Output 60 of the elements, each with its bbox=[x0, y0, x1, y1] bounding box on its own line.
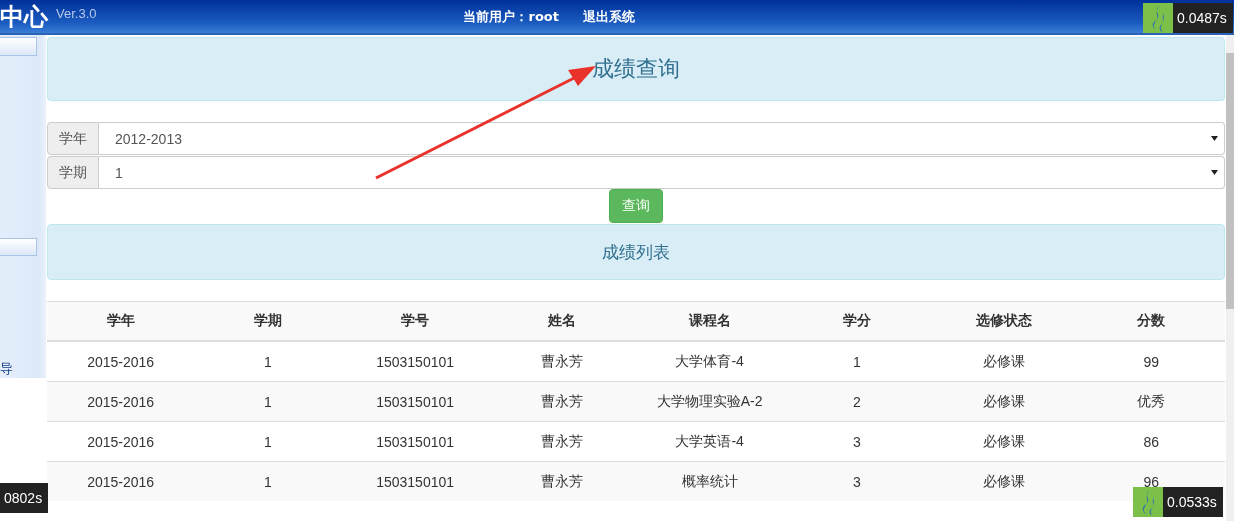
table-cell: 1503150101 bbox=[376, 473, 455, 490]
sidebar-item[interactable] bbox=[0, 37, 37, 56]
table-cell: 2 bbox=[852, 393, 861, 410]
flame-logo-icon bbox=[1133, 487, 1163, 517]
column-header: 学年 bbox=[106, 312, 135, 328]
table-cell: 曹永芳 bbox=[541, 472, 584, 489]
version-label: Ver.3.0 bbox=[56, 6, 97, 21]
column-header: 选修状态 bbox=[976, 312, 1033, 328]
table-cell: 2015-2016 bbox=[87, 433, 155, 450]
table-cell: 1503150101 bbox=[376, 393, 455, 410]
table-cell: 曹永芳 bbox=[541, 432, 584, 449]
table-cell: 2015-2016 bbox=[87, 353, 155, 370]
table-cell: 必修课 bbox=[983, 432, 1026, 449]
table-cell: 概率统计 bbox=[681, 472, 738, 489]
select-field[interactable]: 1 bbox=[99, 156, 1225, 189]
table-cell: 1 bbox=[263, 433, 272, 450]
timer-label: 0.0487s bbox=[1173, 3, 1233, 33]
table-cell: 1 bbox=[263, 393, 272, 410]
timer-label: 0.0533s bbox=[1163, 487, 1223, 517]
sidebar-text[interactable]: 导 bbox=[0, 360, 13, 378]
table-cell: 优秀 bbox=[1137, 392, 1166, 409]
table-cell: 86 bbox=[1143, 433, 1160, 450]
app-title: 中心 bbox=[0, 1, 48, 32]
list-title: 成绩列表 bbox=[602, 240, 670, 264]
column-header: 分数 bbox=[1137, 312, 1166, 328]
table-cell: 1 bbox=[263, 353, 272, 370]
table-cell: 99 bbox=[1143, 353, 1160, 370]
filter-label: 学期 bbox=[47, 156, 99, 189]
table-cell: 3 bbox=[852, 433, 861, 450]
table-cell: 2015-2016 bbox=[87, 393, 155, 410]
current-user: 当前用户：root bbox=[463, 7, 559, 26]
table-cell: 1503150101 bbox=[376, 433, 455, 450]
table-cell: 3 bbox=[852, 473, 861, 490]
table-cell: 必修课 bbox=[983, 472, 1026, 489]
table-cell: 曹永芳 bbox=[541, 392, 584, 409]
table-cell: 必修课 bbox=[983, 352, 1026, 369]
column-header: 姓名 bbox=[548, 312, 577, 328]
column-header: 学分 bbox=[842, 312, 871, 328]
table-cell: 2015-2016 bbox=[87, 473, 155, 490]
select-field[interactable]: 2012-2013 bbox=[99, 122, 1225, 155]
table-cell: 大学体育-4 bbox=[675, 352, 744, 369]
sidebar-item[interactable] bbox=[0, 237, 37, 256]
table-cell: 1503150101 bbox=[376, 353, 455, 370]
column-header: 学号 bbox=[401, 312, 430, 328]
timer-label: 0802s bbox=[0, 483, 49, 513]
filter-label: 学年 bbox=[47, 122, 99, 155]
table-cell: 大学物理实验A-2 bbox=[656, 392, 763, 409]
table-cell: 96 bbox=[1143, 473, 1160, 490]
table-cell: 必修课 bbox=[983, 392, 1026, 409]
scrollbar[interactable] bbox=[1226, 35, 1234, 521]
table-cell: 1 bbox=[263, 473, 272, 490]
column-header: 学期 bbox=[253, 312, 282, 328]
table-cell: 大学英语-4 bbox=[675, 432, 744, 449]
caret-icon bbox=[1211, 136, 1218, 141]
table-cell: 曹永芳 bbox=[541, 352, 584, 369]
page-title: 成绩查询 bbox=[592, 55, 680, 83]
table-cell: 1 bbox=[852, 353, 861, 370]
column-header: 课程名 bbox=[688, 312, 731, 328]
logout-link[interactable]: 退出系统 bbox=[583, 7, 635, 26]
caret-icon bbox=[1211, 170, 1218, 175]
